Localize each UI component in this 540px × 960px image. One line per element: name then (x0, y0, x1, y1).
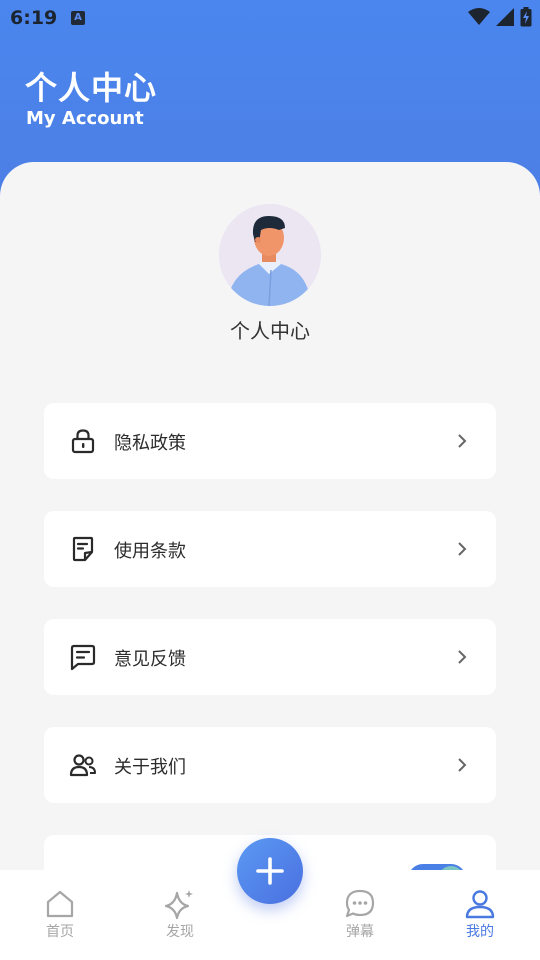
battery-icon (520, 7, 532, 27)
status-icons (468, 7, 532, 27)
menu-item-label: 关于我们 (114, 757, 186, 778)
tab-label: 弹幕 (346, 924, 374, 940)
plus-icon (256, 857, 284, 885)
menu-item-label: 意见反馈 (114, 649, 186, 670)
page-subtitle: My Account (26, 108, 144, 129)
users-icon (69, 754, 96, 777)
person-illustration-icon (219, 204, 321, 306)
tab-label: 发现 (166, 924, 194, 940)
status-bar: 6:19 A (0, 0, 540, 36)
status-time: 6:19 (10, 7, 58, 29)
tab-home[interactable]: 首页 (20, 888, 100, 941)
notification-icon: A (71, 11, 85, 25)
user-icon (465, 890, 495, 919)
chevron-right-icon (458, 758, 467, 772)
tab-label: 首页 (46, 924, 74, 940)
chevron-right-icon (458, 650, 467, 664)
signal-icon (496, 8, 514, 26)
menu-item-label: 隐私政策 (114, 433, 186, 454)
menu-item-privacy-policy[interactable]: 隐私政策 (44, 403, 496, 479)
menu-item-feedback[interactable]: 意见反馈 (44, 619, 496, 695)
wifi-icon (468, 8, 490, 25)
tab-danmaku[interactable]: 弹幕 (320, 888, 400, 941)
tab-discover[interactable]: 发现 (140, 888, 220, 941)
avatar[interactable] (219, 204, 321, 306)
menu-item-terms[interactable]: 使用条款 (44, 511, 496, 587)
page-title: 个人中心 (25, 69, 158, 107)
menu-item-about-us[interactable]: 关于我们 (44, 727, 496, 803)
home-icon (46, 890, 74, 918)
chat-icon (345, 889, 375, 918)
feedback-icon (70, 644, 96, 671)
lock-icon (71, 429, 95, 454)
sparkle-icon (164, 890, 193, 920)
profile-name: 个人中心 (230, 319, 310, 343)
tab-label: 我的 (466, 924, 494, 940)
chevron-right-icon (458, 542, 467, 556)
tab-mine[interactable]: 我的 (440, 888, 520, 941)
menu-item-label: 使用条款 (114, 541, 186, 562)
document-icon (72, 536, 94, 562)
add-button[interactable] (237, 838, 303, 904)
chevron-right-icon (458, 434, 467, 448)
